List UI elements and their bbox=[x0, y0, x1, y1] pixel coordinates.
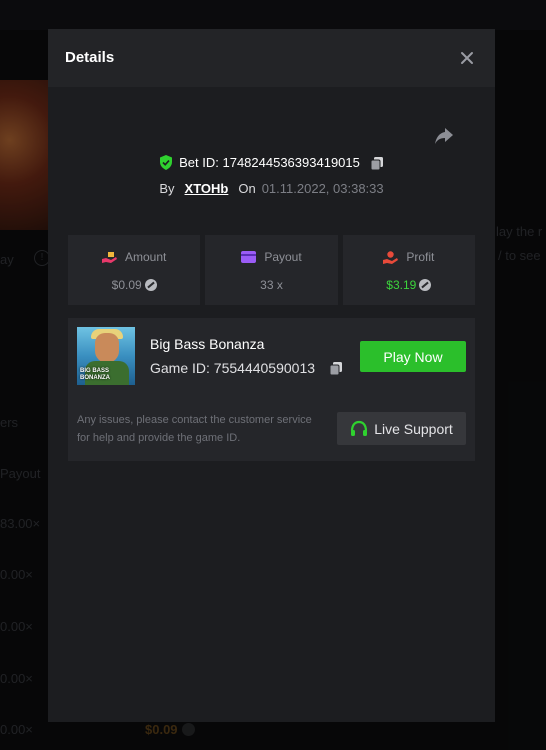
coin-icon bbox=[419, 279, 432, 291]
close-icon bbox=[461, 52, 473, 64]
share-icon bbox=[435, 128, 453, 144]
bet-stats: Amount $0.09 Payout 33 x Profit $3.19 bbox=[68, 235, 475, 305]
stat-profit: Profit $3.19 bbox=[342, 235, 475, 305]
money-hand-icon bbox=[101, 251, 117, 263]
stat-label: Amount bbox=[124, 250, 167, 264]
game-id-text: Game ID: 7554440590013 bbox=[150, 360, 316, 376]
stat-value: $0.09 bbox=[111, 278, 142, 292]
bet-id-row: Bet ID: 1748244536393419015 bbox=[48, 155, 495, 170]
stat-payout: Payout 33 x bbox=[205, 235, 338, 305]
bet-author-row: By XTOHb On 01.11.2022, 03:38:33 bbox=[48, 181, 495, 196]
username-link[interactable]: XTOHb bbox=[185, 181, 229, 196]
bet-id-text: Bet ID: 1748244536393419015 bbox=[179, 155, 360, 170]
game-name: Big Bass Bonanza bbox=[150, 336, 265, 352]
card-icon bbox=[241, 251, 257, 263]
modal-header: Details bbox=[48, 29, 495, 87]
game-id-row: Game ID: 7554440590013 bbox=[150, 360, 343, 376]
copy-icon[interactable] bbox=[329, 361, 343, 375]
stat-label: Profit bbox=[406, 250, 435, 264]
shield-check-icon bbox=[160, 155, 173, 170]
stat-value: $3.19 bbox=[386, 278, 417, 292]
game-thumbnail[interactable]: BIG BASS BONANZA bbox=[77, 327, 135, 385]
bet-datetime: 01.11.2022, 03:38:33 bbox=[261, 181, 384, 196]
details-modal: Details Bet ID: 1748244536393419015 By X… bbox=[48, 29, 495, 722]
profit-hand-icon bbox=[383, 250, 399, 264]
close-button[interactable] bbox=[455, 46, 479, 70]
stat-value: 33 x bbox=[260, 278, 283, 292]
stat-amount: Amount $0.09 bbox=[68, 235, 201, 305]
on-label: On bbox=[238, 181, 256, 196]
share-button[interactable] bbox=[433, 125, 455, 147]
by-label: By bbox=[159, 181, 175, 196]
game-thumbnail-logo: BIG BASS BONANZA bbox=[80, 368, 110, 381]
headset-icon bbox=[351, 420, 368, 436]
stat-label: Payout bbox=[264, 250, 302, 264]
copy-icon[interactable] bbox=[370, 156, 384, 170]
live-support-label: Live Support bbox=[374, 420, 453, 437]
modal-title: Details bbox=[65, 49, 115, 66]
coin-icon bbox=[144, 279, 157, 291]
game-card: BIG BASS BONANZA Big Bass Bonanza Game I… bbox=[68, 318, 475, 461]
live-support-button[interactable]: Live Support bbox=[337, 412, 466, 445]
play-now-button[interactable]: Play Now bbox=[360, 341, 466, 372]
support-info-text: Any issues, please contact the customer … bbox=[77, 414, 312, 444]
